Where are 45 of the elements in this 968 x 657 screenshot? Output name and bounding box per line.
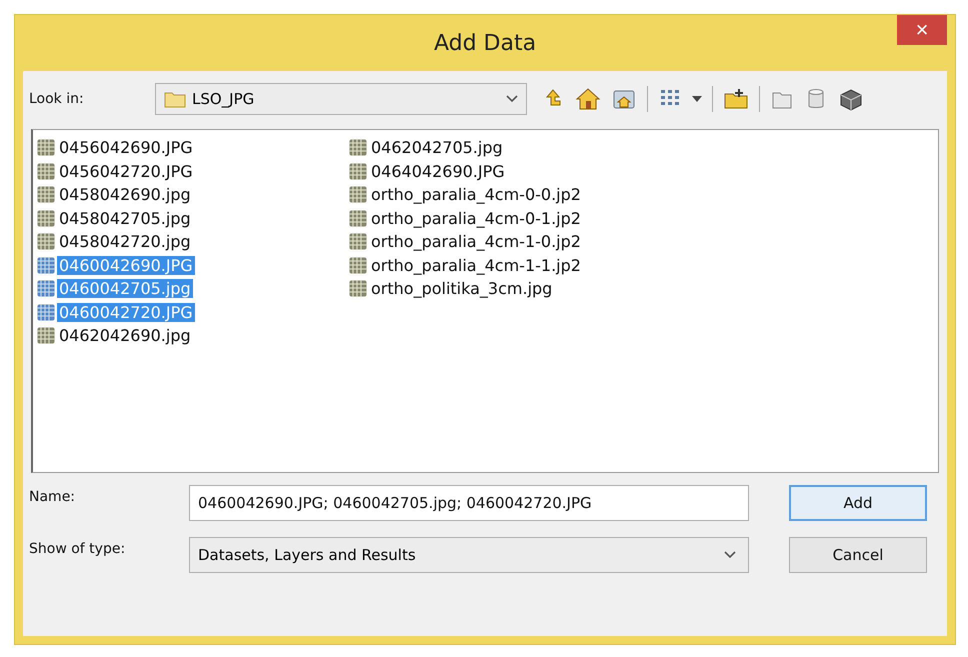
home-icon[interactable] bbox=[575, 87, 601, 111]
look-in-dropdown[interactable]: LSO_JPG bbox=[155, 83, 527, 115]
raster-grid-icon bbox=[349, 280, 367, 298]
raster-grid-icon bbox=[37, 186, 55, 204]
file-item[interactable]: 0456042690.JPG bbox=[37, 136, 195, 160]
cancel-button[interactable]: Cancel bbox=[789, 537, 927, 573]
file-item[interactable]: ortho_paralia_4cm-0-1.jp2 bbox=[349, 206, 583, 230]
look-in-label: Look in: bbox=[29, 91, 85, 107]
file-item[interactable]: 0464042690.JPG bbox=[349, 160, 507, 183]
raster-grid-icon bbox=[349, 162, 367, 180]
raster-grid-icon bbox=[349, 186, 367, 204]
name-label: Name: bbox=[29, 488, 76, 505]
raster-grid-icon bbox=[37, 139, 55, 156]
chevron-icon bbox=[506, 95, 518, 103]
caret-icon[interactable] bbox=[692, 96, 702, 102]
type-dropdown[interactable]: Datasets, Layers and Results bbox=[189, 537, 749, 573]
file-item[interactable]: ortho_politika_3cm.jpg bbox=[349, 277, 554, 300]
chevron-icon bbox=[724, 551, 736, 559]
close-button[interactable]: × bbox=[897, 15, 947, 45]
raster-grid-icon bbox=[37, 280, 55, 298]
raster-grid-icon bbox=[349, 256, 367, 274]
file-item[interactable]: 0462042705.jpg bbox=[349, 136, 505, 160]
raster-grid-icon bbox=[349, 139, 367, 156]
file-item[interactable]: ortho_paralia_4cm-1-1.jp2 bbox=[349, 254, 583, 277]
window-title: Add Data bbox=[434, 30, 536, 56]
new-folder-icon[interactable] bbox=[723, 87, 749, 111]
raster-grid-icon bbox=[37, 304, 55, 321]
raster-grid-icon bbox=[349, 233, 367, 250]
type-label: Show of type: bbox=[29, 540, 126, 557]
raster-grid-icon bbox=[37, 210, 55, 227]
file-item[interactable]: ortho_paralia_4cm-1-0.jp2 bbox=[349, 230, 583, 254]
raster-grid-icon bbox=[37, 162, 55, 180]
file-item[interactable]: 0456042720.JPG bbox=[37, 160, 195, 183]
raster-grid-icon bbox=[37, 256, 55, 274]
file-item[interactable]: ortho_paralia_4cm-0-0.jp2 bbox=[349, 183, 583, 206]
folder-icon bbox=[164, 90, 186, 108]
file-item[interactable]: 0458042720.jpg bbox=[37, 230, 193, 254]
add-button[interactable]: Add bbox=[789, 485, 927, 521]
file-item[interactable]: 0462042690.jpg bbox=[37, 324, 193, 348]
file-item[interactable]: 0458042690.jpg bbox=[37, 183, 193, 206]
file-item[interactable]: 0458042705.jpg bbox=[37, 206, 193, 230]
raster-grid-icon bbox=[37, 233, 55, 250]
raster-grid-icon bbox=[349, 210, 367, 227]
raster-grid-icon bbox=[37, 327, 55, 344]
name-field[interactable]: 0460042690.JPG; 0460042705.jpg; 0460042720.JPG bbox=[189, 485, 749, 521]
